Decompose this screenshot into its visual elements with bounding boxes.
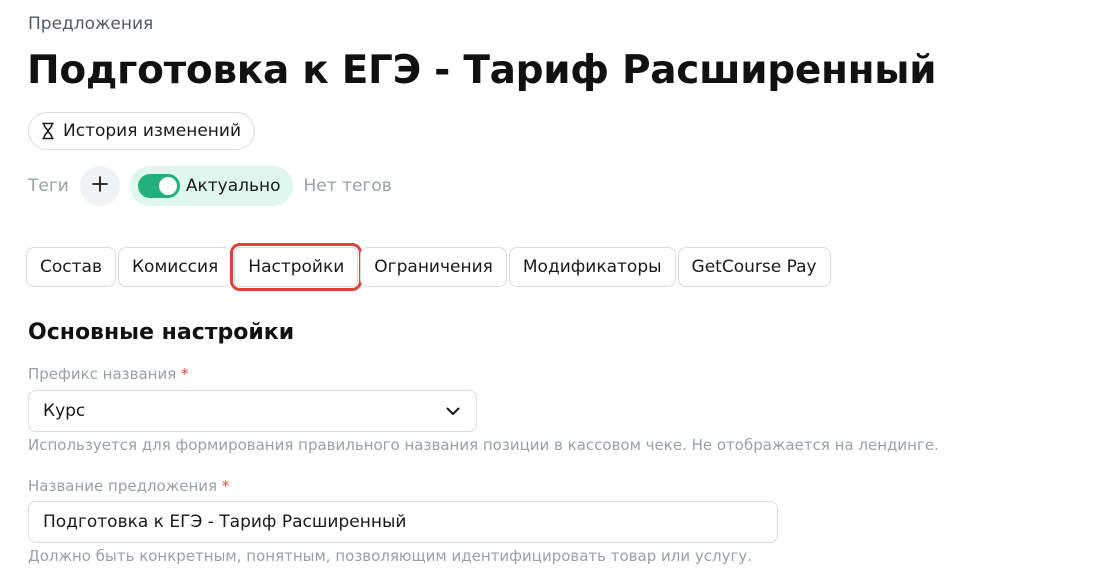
prefix-select-value: Курс [43,401,86,421]
required-mark: * [181,365,189,383]
tabs: Состав Комиссия Настройки Ограничения Мо… [26,243,831,291]
prefix-select[interactable]: Курс [28,390,477,432]
name-hint: Должно быть конкретным, понятным, позвол… [28,547,752,565]
tab-modifiers[interactable]: Модификаторы [508,247,676,287]
page-title: Подготовка к ЕГЭ - Тариф Расширенный [27,48,937,93]
prefix-label-text: Префикс названия [28,365,177,383]
chevron-down-icon [446,401,460,421]
prefix-hint: Используется для формирования правильног… [28,436,939,454]
prefix-field-label: Префикс названия * [28,365,189,383]
name-label-text: Название предложения [28,477,218,495]
status-label: Актуально [185,176,281,196]
tab-restrictions[interactable]: Ограничения [360,247,507,287]
section-title: Основные настройки [28,320,295,345]
status-toggle[interactable] [137,174,180,198]
required-mark: * [221,477,230,495]
tab-getcourse-pay[interactable]: GetCourse Pay [677,247,831,287]
tags-label: Теги [28,176,69,196]
toggle-knob [158,177,177,195]
no-tags-text: Нет тегов [303,176,392,196]
history-button[interactable]: История изменений [28,112,255,150]
status-pill[interactable]: Актуально [129,166,293,206]
add-tag-button[interactable] [79,166,120,206]
history-button-label: История изменений [63,121,241,141]
offer-settings-page: Предложения Подготовка к ЕГЭ - Тариф Рас… [0,0,1108,577]
tab-composition[interactable]: Состав [26,247,116,287]
name-field-label: Название предложения * [28,477,229,495]
offer-name-input[interactable] [28,501,778,543]
hourglass-icon [41,122,55,140]
breadcrumb[interactable]: Предложения [28,14,153,34]
tags-row: Теги Актуально Нет тегов [28,166,392,206]
tab-settings[interactable]: Настройки [230,243,363,291]
plus-icon [91,176,108,196]
tab-commission[interactable]: Комиссия [117,247,233,287]
